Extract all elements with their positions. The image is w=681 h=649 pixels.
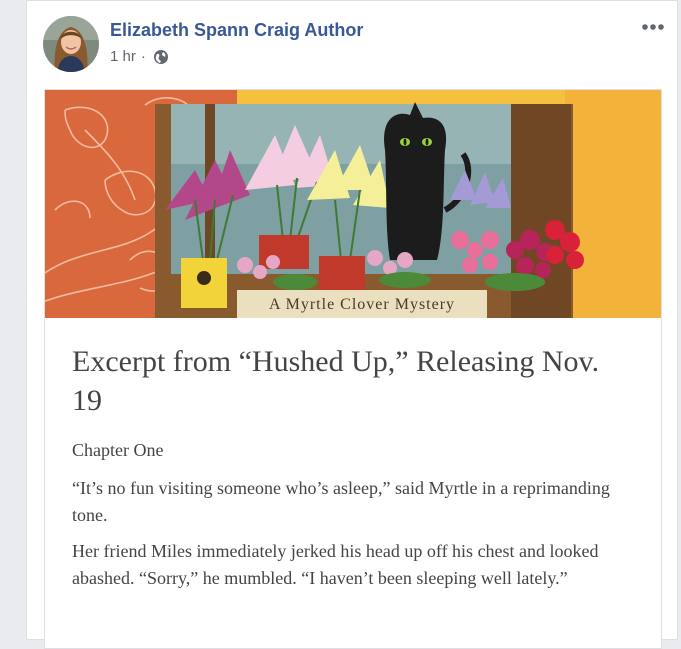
facebook-post: Elizabeth Spann Craig Author 1 hr · A My… xyxy=(26,0,678,649)
link-card-title[interactable]: Excerpt from “Hushed Up,” Releasing Nov.… xyxy=(72,342,632,420)
post-timestamp[interactable]: 1 hr xyxy=(110,48,136,65)
book-cover-illustration: A Myrtle Clover Mystery xyxy=(45,90,661,318)
more-horizontal-icon xyxy=(642,24,664,30)
excerpt-paragraph: Her friend Miles immediately jerked his … xyxy=(72,541,599,588)
chapter-heading: Chapter One xyxy=(72,440,164,460)
link-card-body: Excerpt from “Hushed Up,” Releasing Nov.… xyxy=(72,342,632,592)
avatar-photo xyxy=(43,16,99,72)
post-meta: 1 hr · xyxy=(110,48,169,65)
meta-separator: · xyxy=(140,48,146,65)
more-options-button[interactable] xyxy=(639,15,667,39)
author-avatar[interactable] xyxy=(43,16,99,72)
globe-icon[interactable] xyxy=(153,49,169,65)
book-cover-banner[interactable]: A Myrtle Clover Mystery xyxy=(45,90,661,318)
author-name-link[interactable]: Elizabeth Spann Craig Author xyxy=(110,20,363,41)
shared-link-card[interactable]: A Myrtle Clover Mystery Excerpt from “Hu… xyxy=(44,89,662,649)
excerpt-paragraph: “It’s no fun visiting someone who’s asle… xyxy=(72,478,610,525)
banner-caption: A Myrtle Clover Mystery xyxy=(269,296,455,313)
